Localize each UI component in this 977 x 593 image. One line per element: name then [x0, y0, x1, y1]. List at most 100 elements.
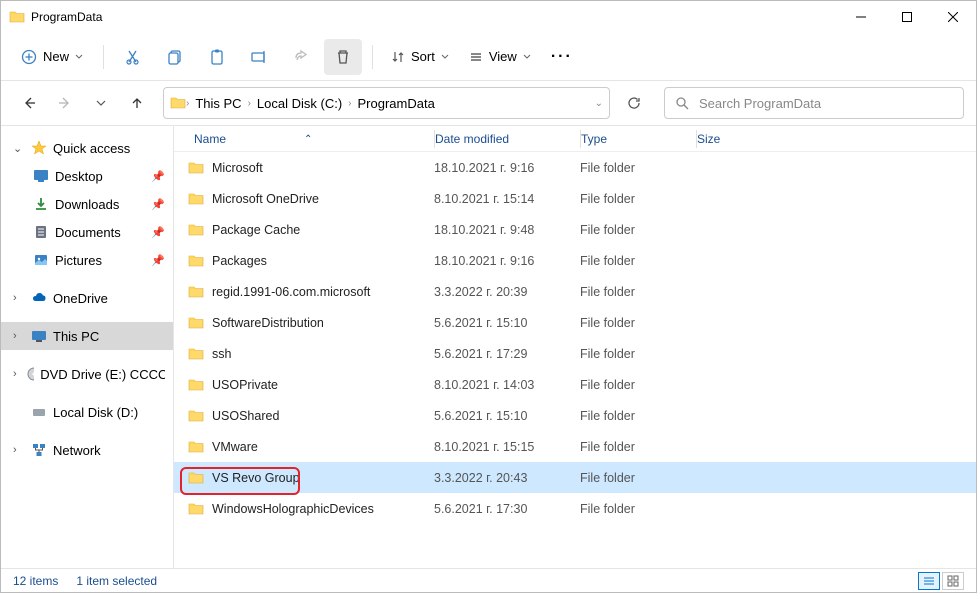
table-row[interactable]: Package Cache 18.10.2021 г. 9:48 File fo… [174, 214, 976, 245]
table-row[interactable]: regid.1991-06.com.microsoft 3.3.2022 г. … [174, 276, 976, 307]
chevron-down-icon[interactable]: ⌄ [595, 98, 603, 109]
table-row[interactable]: USOShared 5.6.2021 г. 15:10 File folder [174, 400, 976, 431]
column-name[interactable]: Name⌃ [174, 132, 434, 146]
view-button[interactable]: View [461, 43, 539, 70]
file-date: 3.3.2022 г. 20:43 [434, 471, 580, 485]
item-count: 12 items [13, 574, 58, 588]
file-type: File folder [580, 471, 696, 485]
folder-icon [188, 377, 204, 393]
window-title: ProgramData [31, 10, 102, 24]
rename-button[interactable] [240, 39, 278, 75]
toolbar: New Sort View ··· [1, 33, 976, 81]
chevron-down-icon: ⌄ [13, 142, 25, 155]
file-type: File folder [580, 409, 696, 423]
sidebar-localdisk[interactable]: Local Disk (D:) [1, 398, 173, 426]
more-button[interactable]: ··· [543, 39, 581, 75]
column-headers: Name⌃ Date modified Type Size [174, 126, 976, 152]
sidebar-label: Network [53, 443, 101, 458]
sidebar-documents[interactable]: Documents📌 [1, 218, 173, 246]
file-name: SoftwareDistribution [212, 316, 324, 330]
sidebar-downloads[interactable]: Downloads📌 [1, 190, 173, 218]
drive-icon [31, 404, 47, 420]
file-type: File folder [580, 223, 696, 237]
forward-button[interactable] [49, 87, 81, 119]
navbar: › This PC › Local Disk (C:) › ProgramDat… [1, 81, 976, 125]
table-row[interactable]: SoftwareDistribution 5.6.2021 г. 15:10 F… [174, 307, 976, 338]
sidebar-label: DVD Drive (E:) CCCOMA_X64FRE_EN [40, 367, 165, 382]
statusbar: 12 items 1 item selected [1, 568, 976, 592]
file-date: 5.6.2021 г. 15:10 [434, 316, 580, 330]
sidebar-label: Local Disk (D:) [53, 405, 138, 420]
search-input[interactable]: Search ProgramData [664, 87, 964, 119]
file-type: File folder [580, 254, 696, 268]
file-type: File folder [580, 316, 696, 330]
table-row[interactable]: Microsoft OneDrive 8.10.2021 г. 15:14 Fi… [174, 183, 976, 214]
column-date[interactable]: Date modified [435, 132, 580, 146]
column-size[interactable]: Size [697, 132, 976, 146]
file-date: 8.10.2021 г. 15:14 [434, 192, 580, 206]
sidebar-network[interactable]: ›Network [1, 436, 173, 464]
share-button[interactable] [282, 39, 320, 75]
table-row[interactable]: VMware 8.10.2021 г. 15:15 File folder [174, 431, 976, 462]
folder-icon [170, 95, 186, 111]
sidebar-thispc[interactable]: ›This PC [1, 322, 173, 350]
sidebar-onedrive[interactable]: ›OneDrive [1, 284, 173, 312]
breadcrumb-item[interactable]: ProgramData [352, 92, 441, 115]
file-type: File folder [580, 285, 696, 299]
minimize-button[interactable] [838, 1, 884, 33]
file-name: ssh [212, 347, 231, 361]
file-date: 8.10.2021 г. 14:03 [434, 378, 580, 392]
new-button[interactable]: New [11, 43, 93, 71]
sort-icon [391, 50, 405, 64]
column-type[interactable]: Type [581, 132, 696, 146]
paste-button[interactable] [198, 39, 236, 75]
file-name: USOShared [212, 409, 279, 423]
recent-button[interactable] [85, 87, 117, 119]
file-date: 5.6.2021 г. 15:10 [434, 409, 580, 423]
documents-icon [33, 224, 49, 240]
view-icon [469, 50, 483, 64]
sort-label: Sort [411, 49, 435, 64]
sidebar-label: OneDrive [53, 291, 108, 306]
chevron-down-icon [75, 53, 83, 61]
table-row[interactable]: VS Revo Group 3.3.2022 г. 20:43 File fol… [174, 462, 976, 493]
back-button[interactable] [13, 87, 45, 119]
file-name: USOPrivate [212, 378, 278, 392]
sidebar-pictures[interactable]: Pictures📌 [1, 246, 173, 274]
pin-icon: 📌 [151, 198, 165, 211]
copy-button[interactable] [156, 39, 194, 75]
table-row[interactable]: Microsoft 18.10.2021 г. 9:16 File folder [174, 152, 976, 183]
delete-button[interactable] [324, 39, 362, 75]
sidebar-label: This PC [53, 329, 99, 344]
sort-button[interactable]: Sort [383, 43, 457, 70]
up-button[interactable] [121, 87, 153, 119]
address-bar[interactable]: › This PC › Local Disk (C:) › ProgramDat… [163, 87, 610, 119]
table-row[interactable]: Packages 18.10.2021 г. 9:16 File folder [174, 245, 976, 276]
disc-icon [26, 366, 35, 382]
details-view-toggle[interactable] [918, 572, 940, 590]
sort-arrow-icon: ⌃ [304, 134, 312, 145]
sidebar-quickaccess[interactable]: ⌄Quick access [1, 134, 173, 162]
pin-icon: 📌 [151, 170, 165, 183]
sidebar-dvd[interactable]: ›DVD Drive (E:) CCCOMA_X64FRE_EN [1, 360, 173, 388]
table-row[interactable]: ssh 5.6.2021 г. 17:29 File folder [174, 338, 976, 369]
file-name: Microsoft OneDrive [212, 192, 319, 206]
cut-button[interactable] [114, 39, 152, 75]
close-button[interactable] [930, 1, 976, 33]
search-icon [675, 96, 689, 110]
table-row[interactable]: USOPrivate 8.10.2021 г. 14:03 File folde… [174, 369, 976, 400]
divider [103, 45, 104, 69]
file-date: 18.10.2021 г. 9:16 [434, 254, 580, 268]
file-name: regid.1991-06.com.microsoft [212, 285, 370, 299]
maximize-button[interactable] [884, 1, 930, 33]
selected-count: 1 item selected [76, 574, 157, 588]
icons-view-toggle[interactable] [942, 572, 964, 590]
table-row[interactable]: WindowsHolographicDevices 5.6.2021 г. 17… [174, 493, 976, 524]
refresh-button[interactable] [618, 87, 650, 119]
sidebar-label: Desktop [55, 169, 103, 184]
breadcrumb-item[interactable]: Local Disk (C:) [251, 92, 348, 115]
breadcrumb-item[interactable]: This PC [189, 92, 247, 115]
sidebar-desktop[interactable]: Desktop 📌 [1, 162, 173, 190]
file-list: Name⌃ Date modified Type Size Microsoft … [174, 126, 976, 568]
file-name: Packages [212, 254, 267, 268]
